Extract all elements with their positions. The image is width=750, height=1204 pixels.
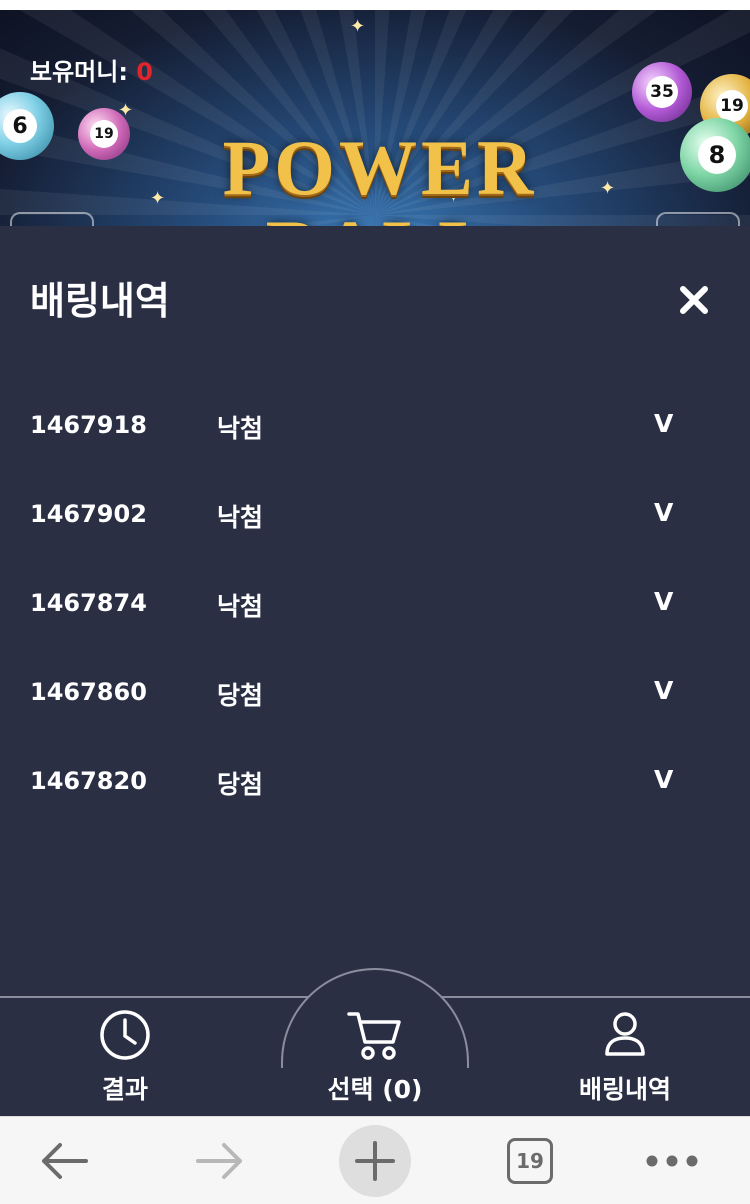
- panel-title: 배링내역: [30, 279, 170, 323]
- close-button[interactable]: [676, 282, 712, 318]
- more-dots-icon: [646, 1155, 698, 1167]
- forward-button[interactable]: [184, 1117, 256, 1204]
- bet-id: 1467820: [30, 767, 147, 795]
- tabs-button[interactable]: 19: [494, 1117, 566, 1204]
- money-display: 보유머니: 0: [30, 52, 153, 87]
- powerball-banner: 보유머니: 0 6 19 35 19 8 ✦ ✦ ✦ ✦ ✦ POWER BAL…: [0, 10, 750, 226]
- bet-row[interactable]: 1467918 낙첨 V: [0, 381, 750, 470]
- money-value: 0: [136, 58, 153, 86]
- expand-toggle[interactable]: V: [654, 676, 673, 705]
- lottery-ball: 8: [680, 118, 750, 192]
- more-button[interactable]: [636, 1117, 708, 1204]
- banner-tab-right: [656, 212, 740, 226]
- forward-arrow-icon: [196, 1143, 242, 1179]
- back-button[interactable]: [28, 1117, 100, 1204]
- browser-toolbar: 19: [0, 1116, 750, 1204]
- nav-results[interactable]: 결과: [75, 1008, 175, 1106]
- ball-number: 6: [3, 109, 37, 143]
- close-icon: [680, 286, 708, 314]
- nav-cart-label: 선택 (0): [327, 1075, 423, 1104]
- expand-toggle[interactable]: V: [654, 409, 673, 438]
- bet-history-panel: 배링내역 1467918 낙첨 V 1467902 낙첨 V 1467874 낙…: [0, 226, 750, 996]
- ball-number: 19: [90, 120, 118, 148]
- plus-circle: [339, 1125, 411, 1197]
- powerball-logo: POWER BALL: [222, 124, 538, 227]
- expand-toggle[interactable]: V: [654, 765, 673, 794]
- expand-toggle[interactable]: V: [654, 498, 673, 527]
- ball-number: 35: [646, 76, 678, 108]
- status-strip: [0, 0, 750, 10]
- tabs-count: 19: [507, 1138, 553, 1184]
- nav-cart[interactable]: 선택 (0): [300, 1008, 450, 1106]
- bet-list: 1467918 낙첨 V 1467902 낙첨 V 1467874 낙첨 V 1…: [0, 381, 750, 826]
- nav-bet-history[interactable]: 배링내역: [560, 1008, 690, 1106]
- banner-tab-left: [10, 212, 94, 226]
- nav-results-label: 결과: [101, 1075, 148, 1104]
- bet-row[interactable]: 1467874 낙첨 V: [0, 559, 750, 648]
- cart-icon: [347, 1012, 401, 1060]
- bet-id: 1467918: [30, 411, 147, 439]
- bet-row[interactable]: 1467902 낙첨 V: [0, 470, 750, 559]
- bet-id: 1467902: [30, 500, 147, 528]
- bet-status: 낙첨: [217, 503, 264, 532]
- money-label: 보유머니:: [30, 58, 128, 86]
- expand-toggle[interactable]: V: [654, 587, 673, 616]
- plus-icon: [355, 1141, 395, 1181]
- ball-number: 8: [698, 136, 736, 174]
- clock-icon: [100, 1010, 150, 1060]
- user-icon: [605, 1012, 645, 1056]
- bet-status: 당첨: [217, 681, 264, 710]
- bet-row[interactable]: 1467820 당첨 V: [0, 737, 750, 826]
- ball-number: 19: [716, 90, 748, 122]
- bet-row[interactable]: 1467860 당첨 V: [0, 648, 750, 737]
- sparkle-icon: ✦: [350, 16, 366, 37]
- bet-status: 당첨: [217, 770, 264, 799]
- bet-status: 낙첨: [217, 414, 264, 443]
- bet-status: 낙첨: [217, 592, 264, 621]
- new-tab-button[interactable]: [339, 1117, 411, 1204]
- sparkle-icon: ✦: [118, 100, 134, 121]
- lottery-ball: 35: [632, 62, 692, 122]
- bet-id: 1467860: [30, 678, 147, 706]
- nav-bet-history-label: 배링내역: [578, 1075, 671, 1104]
- back-arrow-icon: [42, 1143, 88, 1179]
- bet-id: 1467874: [30, 589, 147, 617]
